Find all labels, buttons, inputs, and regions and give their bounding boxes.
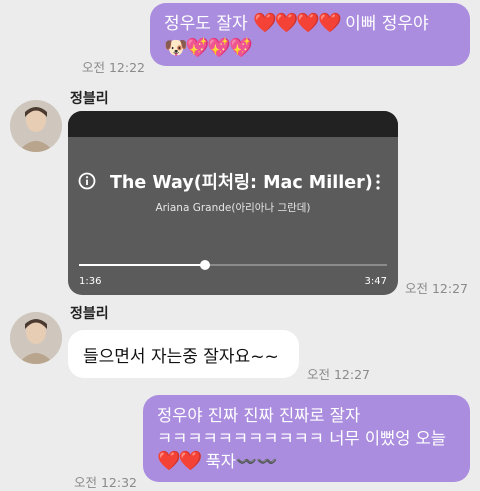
progress-fill bbox=[79, 264, 206, 266]
avatar-image bbox=[10, 312, 62, 364]
timestamp: 오전 12:32 bbox=[74, 475, 137, 490]
sender-name: 정블리 bbox=[70, 91, 109, 107]
info-icon[interactable] bbox=[78, 172, 96, 190]
message-text: ㅋㅋㅋㅋㅋㅋㅋㅋㅋㅋㅋ 너무 이뻤엉 오늘 bbox=[157, 429, 446, 448]
timestamp: 오전 12:22 bbox=[82, 60, 145, 75]
outgoing-message-2[interactable]: 정우야 진짜 진짜 진짜로 잘자 ㅋㅋㅋㅋㅋㅋㅋㅋㅋㅋㅋ 너무 이뻤엉 오늘 ❤… bbox=[143, 395, 470, 482]
progress-knob[interactable] bbox=[200, 260, 211, 270]
message-text: 이뻐 정우야 bbox=[345, 14, 429, 34]
message-text: 들으면서 자는중 잘자요~~ bbox=[83, 347, 279, 367]
avatar-image bbox=[10, 100, 62, 152]
avatar[interactable] bbox=[10, 100, 62, 152]
timestamp: 오전 12:27 bbox=[405, 281, 468, 296]
message-text: 정우야 진짜 진짜 진짜로 잘자 bbox=[157, 406, 361, 425]
incoming-message[interactable]: 들으면서 자는중 잘자요~~ bbox=[68, 330, 299, 378]
emoji-line: 🐶💖💖💖 bbox=[164, 37, 253, 59]
timestamp: 오전 12:27 bbox=[307, 367, 370, 382]
avatar[interactable] bbox=[10, 312, 62, 364]
heart-emoji: ❤️❤️❤️❤️ bbox=[253, 12, 342, 34]
sender-name: 정블리 bbox=[70, 306, 109, 322]
duration-time: 3:47 bbox=[364, 276, 387, 287]
outgoing-message-1[interactable]: 정우도 잘자 ❤️❤️❤️❤️ 이뻐 정우야 🐶💖💖💖 bbox=[150, 3, 470, 66]
song-artist: Ariana Grande(아리아나 그란데) bbox=[155, 202, 311, 214]
music-share-card[interactable]: The Way(피처링: Mac Miller) Ariana Grande(아… bbox=[68, 111, 398, 295]
message-text: 푹자〰️〰️ bbox=[205, 452, 278, 471]
message-text: 정우도 잘자 bbox=[164, 14, 248, 34]
more-vertical-icon[interactable] bbox=[371, 173, 385, 191]
progress-track[interactable] bbox=[79, 260, 387, 270]
song-title: The Way(피처링: Mac Miller) bbox=[110, 173, 373, 193]
heart-emoji: ❤️❤️ bbox=[157, 450, 202, 472]
elapsed-time: 1:36 bbox=[79, 276, 102, 287]
card-header-strip bbox=[68, 111, 398, 137]
